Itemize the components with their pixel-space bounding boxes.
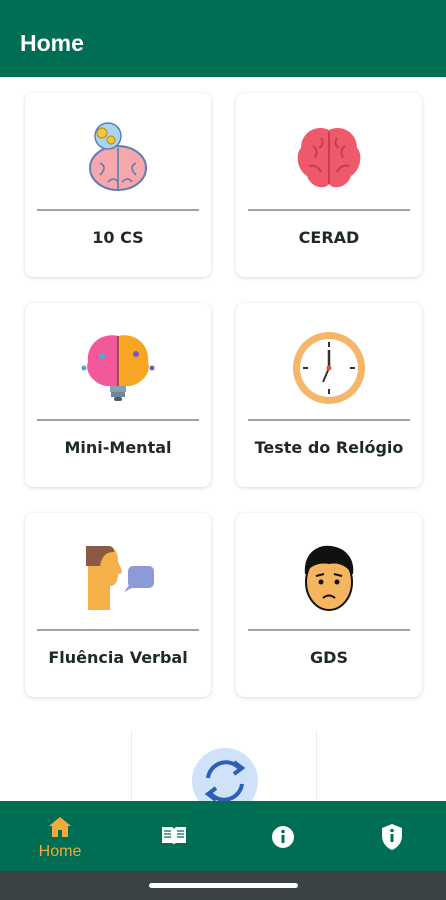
home-icon [49,817,71,837]
gesture-handle[interactable] [149,883,298,888]
card-gds[interactable]: GDS [236,513,422,697]
nav-shield[interactable] [342,801,442,871]
card-label: 10 CS [92,228,144,247]
card-divider [37,629,199,631]
nav-home[interactable]: Home [10,801,110,871]
card-teste-do-relogio[interactable]: Teste do Relógio [236,303,422,487]
card-mini-mental[interactable]: Mini-Mental [25,303,211,487]
nav-info[interactable] [233,801,333,871]
app-bar: Home [0,0,446,77]
nav-home-label: Home [38,843,82,860]
card-fluencia-verbal[interactable]: Fluência Verbal [25,513,211,697]
card-divider [37,209,199,211]
card-10cs[interactable]: 10 CS [25,93,211,277]
book-icon [162,827,186,845]
info-icon [272,826,294,848]
brain-icon [297,128,361,188]
card-label: Fluência Verbal [48,648,188,667]
card-label: GDS [310,648,348,667]
speaking-person-icon [86,546,154,610]
sad-face-icon [304,545,354,611]
brain-gears-icon [89,122,147,191]
page-title: Home [20,30,84,56]
card-divider [248,419,410,421]
card-label: Teste do Relógio [254,438,404,457]
shield-icon [382,824,402,850]
clock-icon [293,332,365,404]
brain-lightbulb-icon [81,335,155,401]
card-label: CERAD [298,228,360,247]
card-cerad[interactable]: CERAD [236,93,422,277]
bottom-navigation: Home [0,801,446,871]
card-label: Mini-Mental [64,438,172,457]
nav-book[interactable] [124,801,224,871]
card-divider [248,629,410,631]
card-divider [248,209,410,211]
system-navigation-bar [0,871,446,900]
card-divider [37,419,199,421]
